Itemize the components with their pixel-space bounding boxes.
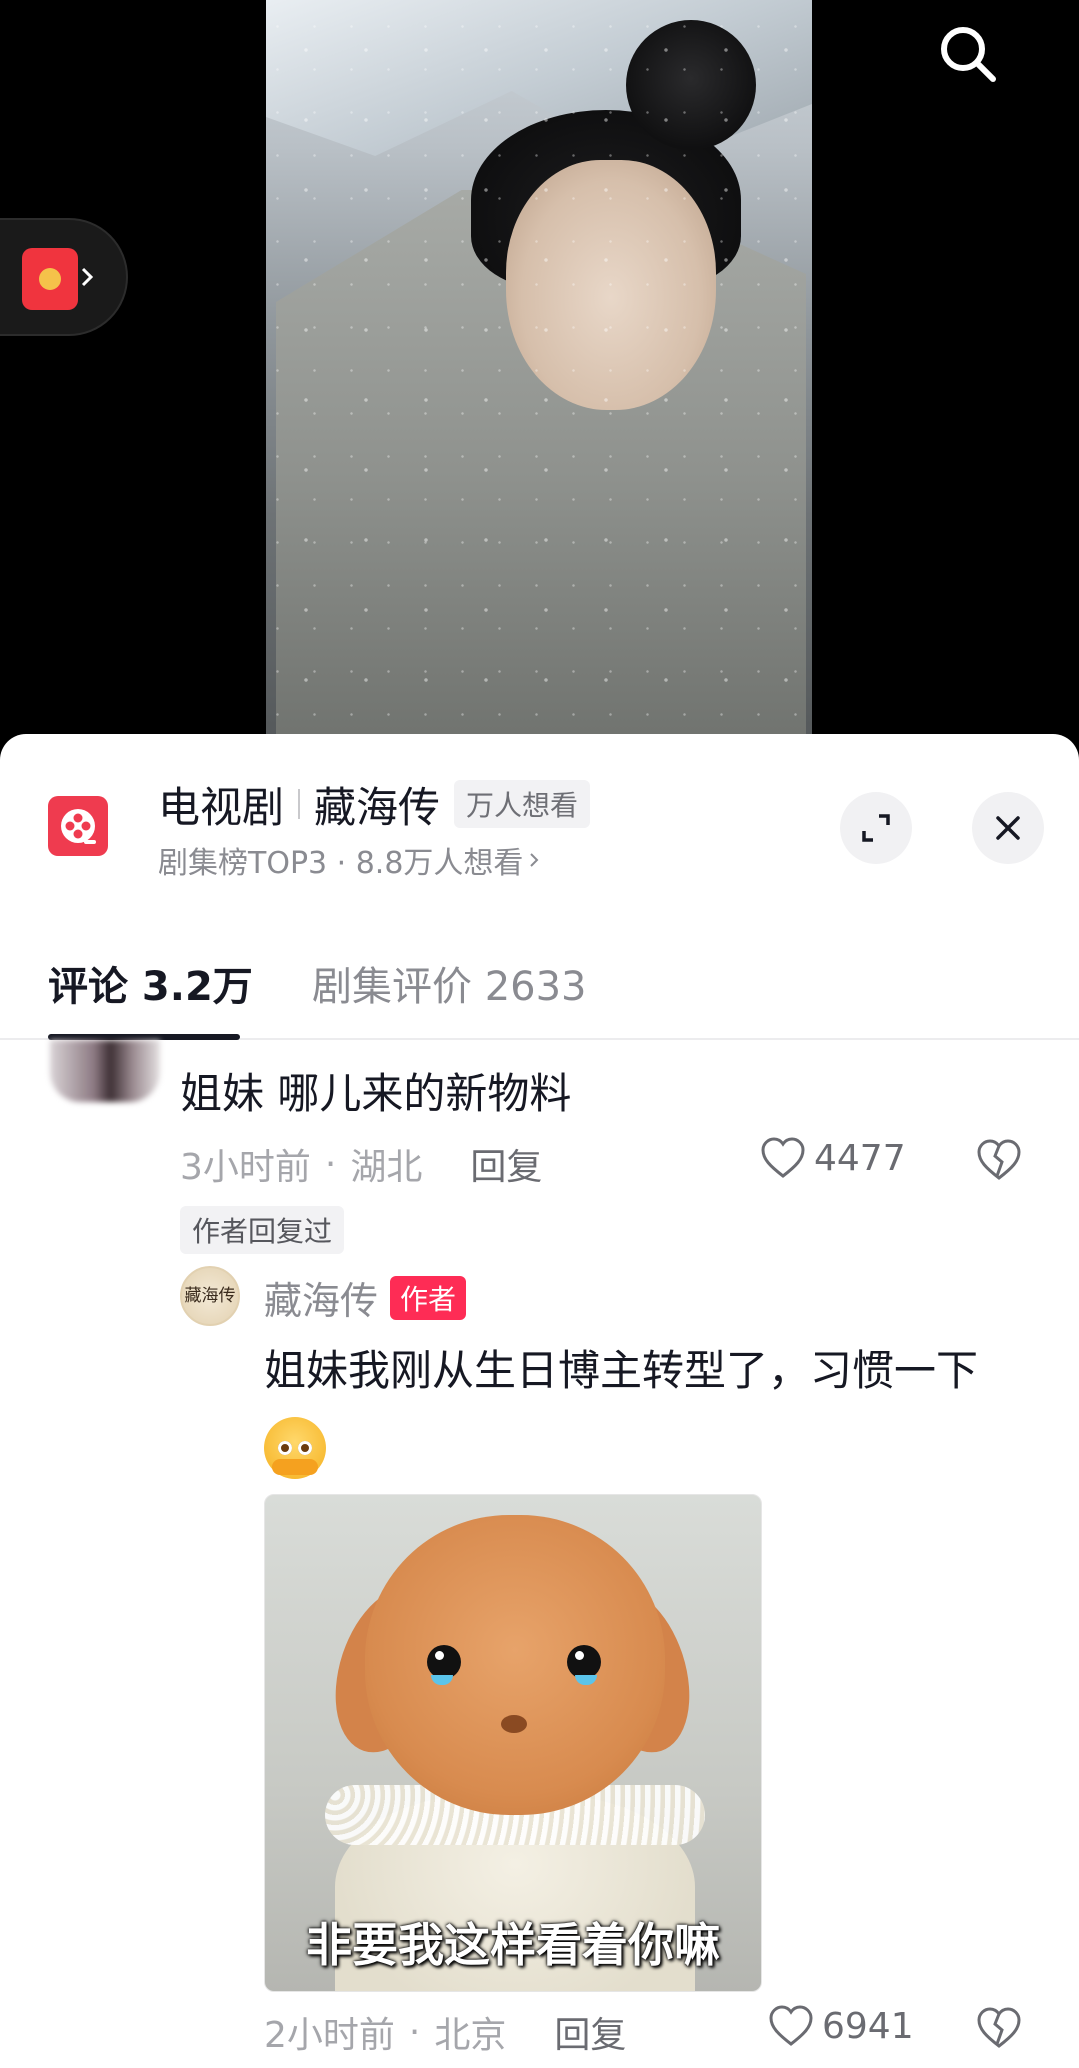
sticker-caption: 非要我这样看着你嘛 — [306, 1918, 720, 1972]
title-divider — [298, 789, 301, 819]
search-icon[interactable] — [936, 22, 1000, 86]
video-snow-overlay — [266, 0, 812, 736]
comment-time: 3小时前 — [180, 1147, 311, 1188]
close-button[interactable] — [972, 792, 1044, 864]
show-ranking-link[interactable]: 剧集榜TOP3 · 8.8万人想看 — [158, 838, 539, 882]
tab-comments[interactable]: 评论 3.2万 — [48, 954, 253, 1012]
want-badge: 万人想看 — [454, 780, 591, 828]
like-button[interactable]: 4477 — [760, 1136, 906, 1180]
meta-dot: · — [408, 2011, 421, 2053]
avatar[interactable]: 藏海传 — [180, 1266, 240, 1326]
reply-meta: 2小时前 · 北京 回复 — [264, 2006, 626, 2058]
sticker-image[interactable]: 非要我这样看着你嘛 — [264, 1494, 762, 1992]
sticker-eye-left — [427, 1645, 461, 1679]
broken-heart-icon[interactable] — [976, 1138, 1022, 1182]
broken-heart-icon[interactable] — [976, 2006, 1022, 2050]
comments-sheet: 电视剧 藏海传 万人想看 剧集榜TOP3 · 8.8万人想看 评论 3.2万 剧… — [0, 734, 1079, 2068]
reply-text-block: 姐妹我刚从生日博主转型了，习惯一下 — [264, 1334, 1054, 1482]
like-count: 4477 — [814, 1137, 906, 1179]
avatar[interactable] — [50, 1040, 160, 1102]
avatar-text: 藏海传 — [184, 1285, 236, 1306]
reply-text: 姐妹我刚从生日博主转型了，习惯一下 — [264, 1346, 979, 1395]
reply-author-name[interactable]: 藏海传 — [264, 1270, 378, 1325]
red-packet-icon — [22, 248, 78, 310]
tab-reviews[interactable]: 剧集评价 2633 — [312, 954, 587, 1012]
reply-button[interactable]: 回复 — [554, 2006, 626, 2058]
reply-author-row: 藏海传 作者 — [264, 1270, 467, 1325]
heart-icon — [769, 2005, 813, 2046]
comment-text: 姐妹 哪儿来的新物料 — [180, 1069, 572, 1118]
expand-button[interactable] — [840, 792, 912, 864]
tab-bar: 评论 3.2万 剧集评价 2633 — [0, 944, 1079, 1040]
show-title-row[interactable]: 电视剧 藏海传 万人想看 — [158, 776, 591, 832]
chevron-right-icon — [81, 267, 94, 287]
like-count: 6941 — [822, 2005, 914, 2047]
reply-time: 2小时前 — [264, 2015, 395, 2056]
heart-icon — [761, 1137, 805, 1178]
crying-face-emoji — [264, 1416, 326, 1479]
author-replied-tag: 作者回复过 — [180, 1206, 345, 1254]
sticker-nose — [501, 1715, 527, 1733]
meta-dot: · — [324, 1143, 337, 1185]
author-badge: 作者 — [390, 1275, 467, 1320]
film-reel-icon[interactable] — [48, 796, 108, 856]
red-packet-button[interactable] — [0, 218, 128, 336]
sticker-head — [365, 1515, 665, 1815]
sticker-eye-right — [567, 1645, 601, 1679]
show-name: 藏海传 — [314, 782, 441, 832]
video-player[interactable] — [0, 0, 1079, 736]
show-subtitle: 剧集榜TOP3 · 8.8万人想看 — [158, 846, 524, 881]
chevron-right-icon — [530, 853, 539, 867]
comment-meta: 3小时前 · 湖北 回复 — [180, 1138, 542, 1190]
expand-icon — [862, 814, 890, 842]
video-frame[interactable] — [266, 0, 812, 736]
close-icon — [996, 816, 1020, 840]
reply-button[interactable]: 回复 — [470, 1138, 542, 1190]
comment-location: 湖北 — [350, 1147, 423, 1188]
show-category: 电视剧 — [158, 782, 285, 832]
like-button[interactable]: 6941 — [768, 2004, 914, 2048]
reply-location: 北京 — [434, 2015, 507, 2056]
